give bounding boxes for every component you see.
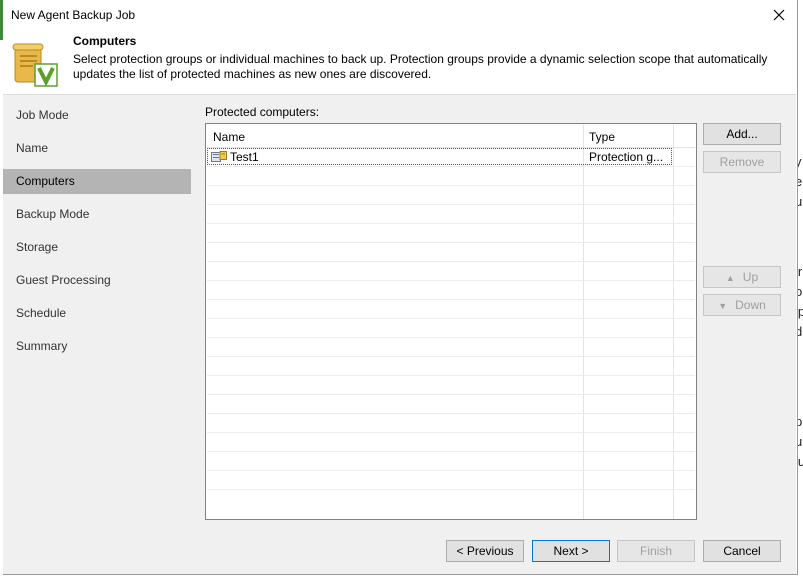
list-header: Name Type — [207, 125, 695, 148]
new-agent-backup-job-dialog: New Agent Backup Job Computers Select pr… — [3, 0, 798, 575]
up-button-label: Up — [742, 270, 759, 284]
sidebar-item-name[interactable]: Name — [3, 136, 191, 161]
remove-button[interactable]: Remove — [703, 151, 781, 173]
grid-line — [207, 356, 695, 357]
row-name-cell: Test1 — [230, 150, 259, 164]
cancel-button[interactable]: Cancel — [703, 540, 781, 562]
step-title: Computers — [73, 34, 137, 48]
grid-line — [207, 204, 695, 205]
wizard-header: Computers Select protection groups or in… — [3, 30, 796, 94]
down-button[interactable]: ▼ Down — [703, 294, 781, 316]
dialog-title: New Agent Backup Job — [11, 8, 136, 22]
grid-line — [207, 242, 695, 243]
title-bar: New Agent Backup Job — [3, 0, 796, 30]
previous-button[interactable]: < Previous — [446, 540, 524, 562]
grid-line — [207, 394, 695, 395]
grid-line — [207, 318, 695, 319]
grid-line — [207, 185, 695, 186]
step-description: Select protection groups or individual m… — [73, 52, 768, 81]
sidebar-item-job-mode[interactable]: Job Mode — [3, 103, 191, 128]
grid-line — [207, 223, 695, 224]
row-type-cell: Protection g... — [589, 150, 664, 164]
grid-line — [207, 489, 695, 490]
grid-line — [207, 413, 695, 414]
grid-line — [207, 299, 695, 300]
table-row[interactable]: Test1 Protection g... — [207, 148, 672, 165]
grid-line — [207, 280, 695, 281]
column-header-type[interactable]: Type — [589, 130, 615, 144]
sidebar-item-summary[interactable]: Summary — [3, 334, 191, 359]
next-button[interactable]: Next > — [532, 540, 610, 562]
grid-line — [207, 432, 695, 433]
close-icon — [773, 9, 785, 21]
sidebar-item-storage[interactable]: Storage — [3, 235, 191, 260]
add-button[interactable]: Add... — [703, 123, 781, 145]
grid-line — [207, 261, 695, 262]
wizard-steps-sidebar: Job Mode Name Computers Backup Mode Stor… — [3, 95, 191, 527]
grid-line — [207, 470, 695, 471]
protected-computers-label: Protected computers: — [205, 105, 320, 119]
close-button[interactable] — [766, 4, 792, 26]
wizard-footer: < Previous Next > Finish Cancel — [3, 527, 796, 574]
backup-job-scroll-icon — [12, 43, 58, 87]
main-panel: Protected computers: Name Type Test1 Pro… — [191, 95, 796, 527]
sidebar-item-computers[interactable]: Computers — [3, 169, 191, 194]
grid-line — [207, 166, 695, 167]
protected-computers-list[interactable]: Name Type Test1 Protection g... — [205, 123, 697, 520]
sidebar-item-schedule[interactable]: Schedule — [3, 301, 191, 326]
finish-button[interactable]: Finish — [617, 540, 695, 562]
grid-line — [207, 337, 695, 338]
column-header-name[interactable]: Name — [213, 130, 245, 144]
up-button[interactable]: ▲ Up — [703, 266, 781, 288]
sidebar-item-guest-processing[interactable]: Guest Processing — [3, 268, 191, 293]
sidebar-item-backup-mode[interactable]: Backup Mode — [3, 202, 191, 227]
grid-line — [207, 451, 695, 452]
down-button-label: Down — [735, 298, 766, 312]
arrow-up-icon: ▲ — [725, 273, 735, 283]
arrow-down-icon: ▼ — [718, 301, 728, 311]
grid-line — [207, 375, 695, 376]
protection-group-icon — [211, 151, 227, 162]
